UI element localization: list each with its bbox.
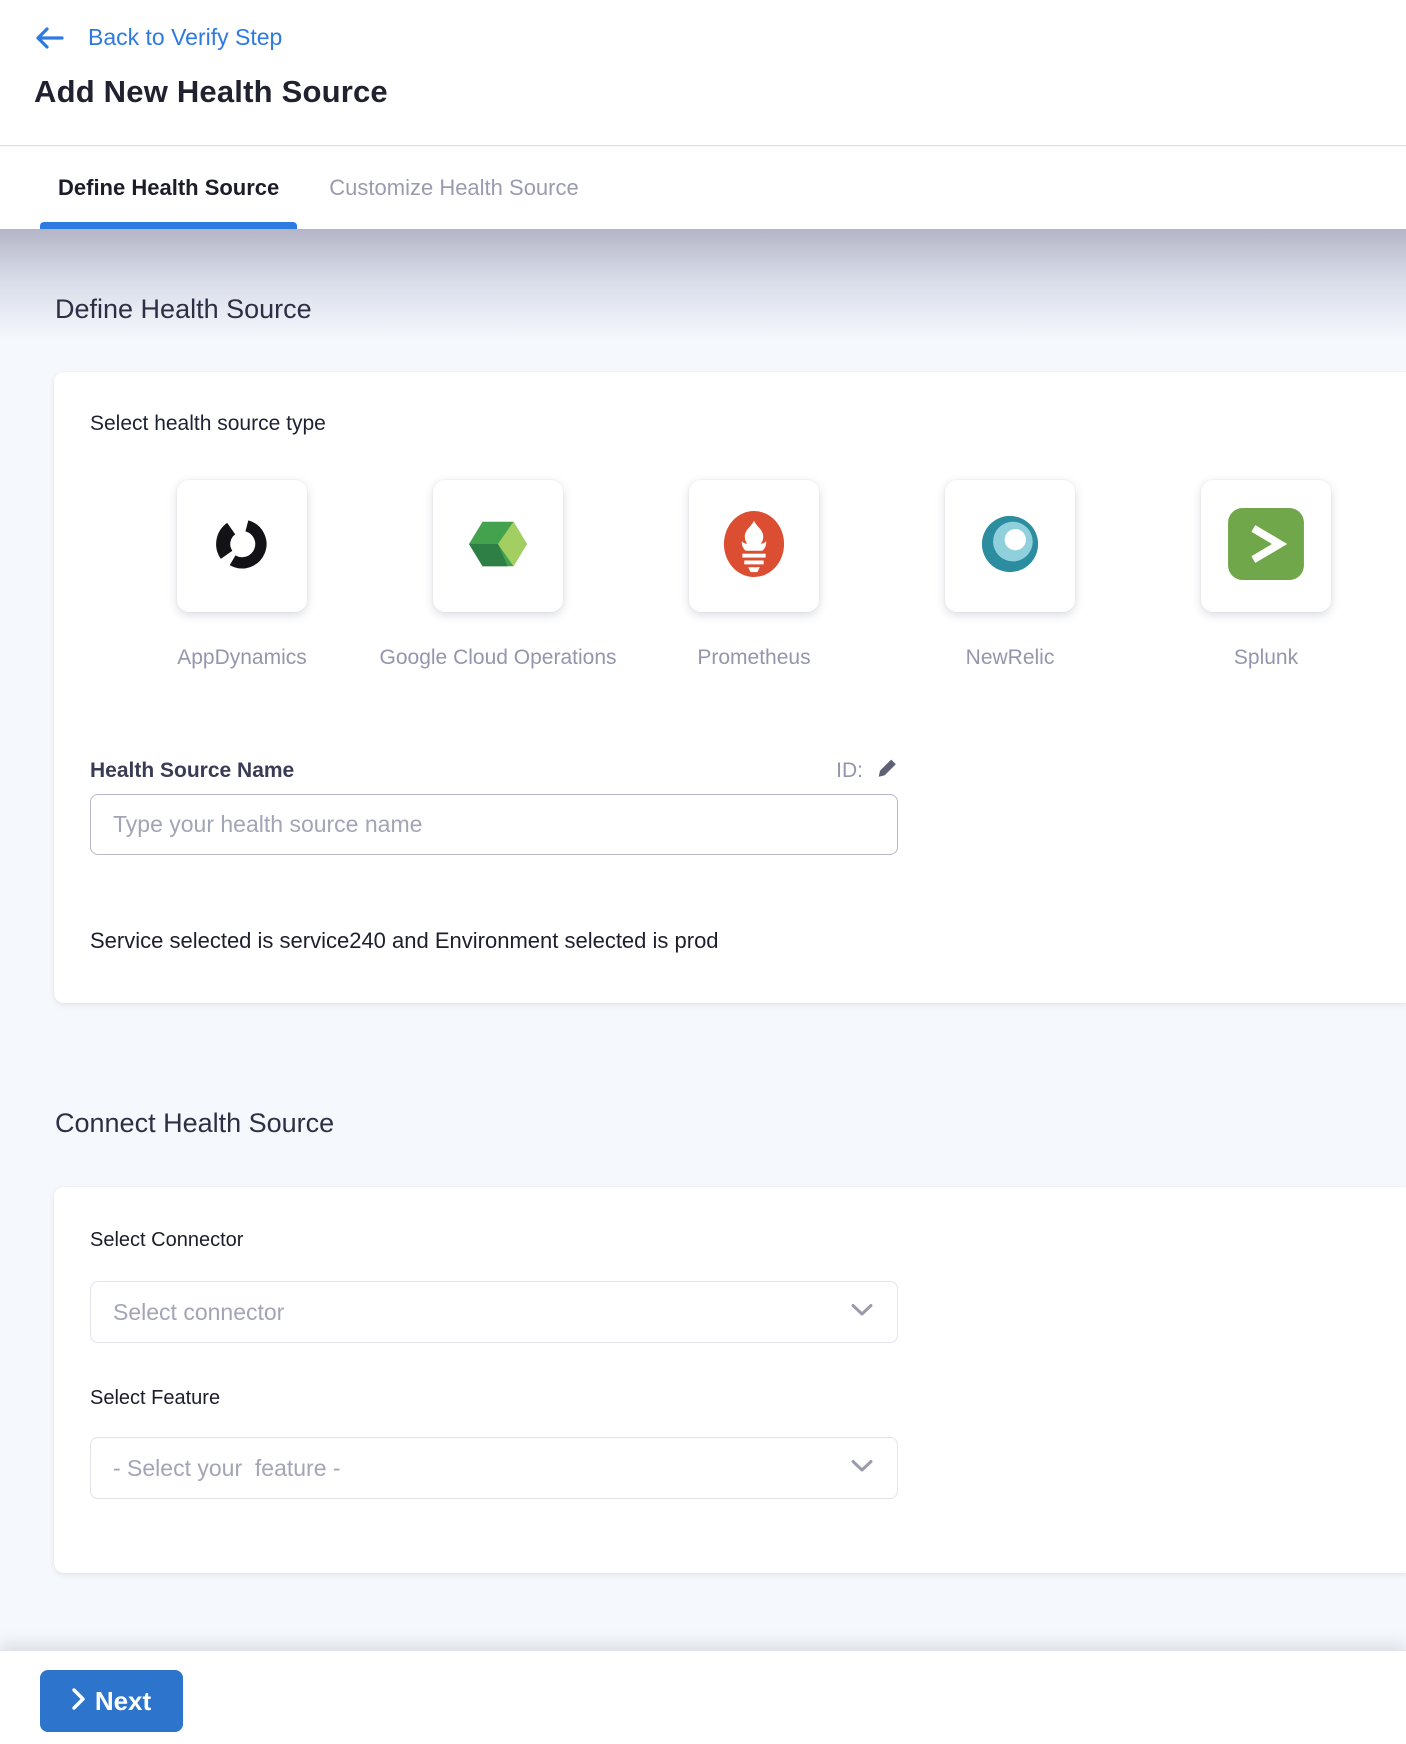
next-button[interactable]: Next [40,1670,183,1732]
source-type-splunk[interactable] [1201,480,1331,612]
chevron-right-icon [72,1686,85,1717]
page-title: Add New Health Source [34,74,388,110]
source-type-prometheus[interactable] [689,480,819,612]
pencil-icon [877,758,898,784]
back-link-label: Back to Verify Step [88,24,282,51]
newrelic-icon [978,514,1042,579]
prometheus-icon [722,509,786,584]
select-type-label: Select health source type [90,412,326,436]
tab-customize-label: Customize Health Source [329,175,578,201]
source-label-newrelic: NewRelic [945,646,1075,670]
appdynamics-icon [211,513,273,580]
define-section-heading: Define Health Source [55,294,312,325]
source-label-prometheus: Prometheus [689,646,819,670]
edit-id-button[interactable] [877,758,898,784]
source-label-google-cloud-operations: Google Cloud Operations [433,646,563,670]
tab-define-label: Define Health Source [58,175,279,201]
active-tab-underline [40,222,297,229]
chevron-down-icon [851,1303,873,1322]
health-source-name-label: Health Source Name [90,759,294,783]
connect-section-heading: Connect Health Source [55,1108,334,1139]
splunk-icon [1228,508,1304,585]
define-health-source-card: Select health source type [54,372,1406,1003]
id-group: ID: [836,758,898,784]
id-label: ID: [836,759,863,783]
add-health-source-page: Back to Verify Step Add New Health Sourc… [0,0,1406,1744]
connector-select[interactable]: Select connector [90,1281,898,1343]
service-environment-note: Service selected is service240 and Envir… [90,928,719,954]
tab-customize-health-source[interactable]: Customize Health Source [311,147,596,229]
feature-select[interactable]: - Select your feature - [90,1437,898,1499]
feature-select-value: - Select your feature - [113,1455,341,1482]
source-type-newrelic[interactable] [945,480,1075,612]
select-connector-label: Select Connector [90,1229,243,1252]
source-type-appdynamics[interactable] [177,480,307,612]
source-type-labels: AppDynamics Google Cloud Operations Prom… [177,646,1331,670]
source-type-google-cloud-operations[interactable] [433,480,563,612]
source-label-splunk: Splunk [1201,646,1331,670]
connector-select-value: Select connector [113,1299,284,1326]
tab-define-health-source[interactable]: Define Health Source [40,147,297,229]
back-arrow-icon [34,26,64,50]
chevron-down-icon [851,1459,873,1478]
back-link[interactable]: Back to Verify Step [34,24,282,51]
page-footer: Next [0,1650,1406,1744]
health-source-name-row: Health Source Name ID: [90,758,898,784]
select-feature-label: Select Feature [90,1387,220,1410]
health-source-name-input[interactable] [90,794,898,855]
connect-health-source-card: Select Connector Select connector Select… [54,1187,1406,1573]
tab-bar: Define Health Source Customize Health So… [0,147,1406,229]
next-button-label: Next [95,1686,151,1717]
page-header: Back to Verify Step Add New Health Sourc… [0,0,1406,146]
source-type-tiles [177,480,1331,612]
source-label-appdynamics: AppDynamics [177,646,307,670]
google-cloud-operations-icon [466,515,530,578]
